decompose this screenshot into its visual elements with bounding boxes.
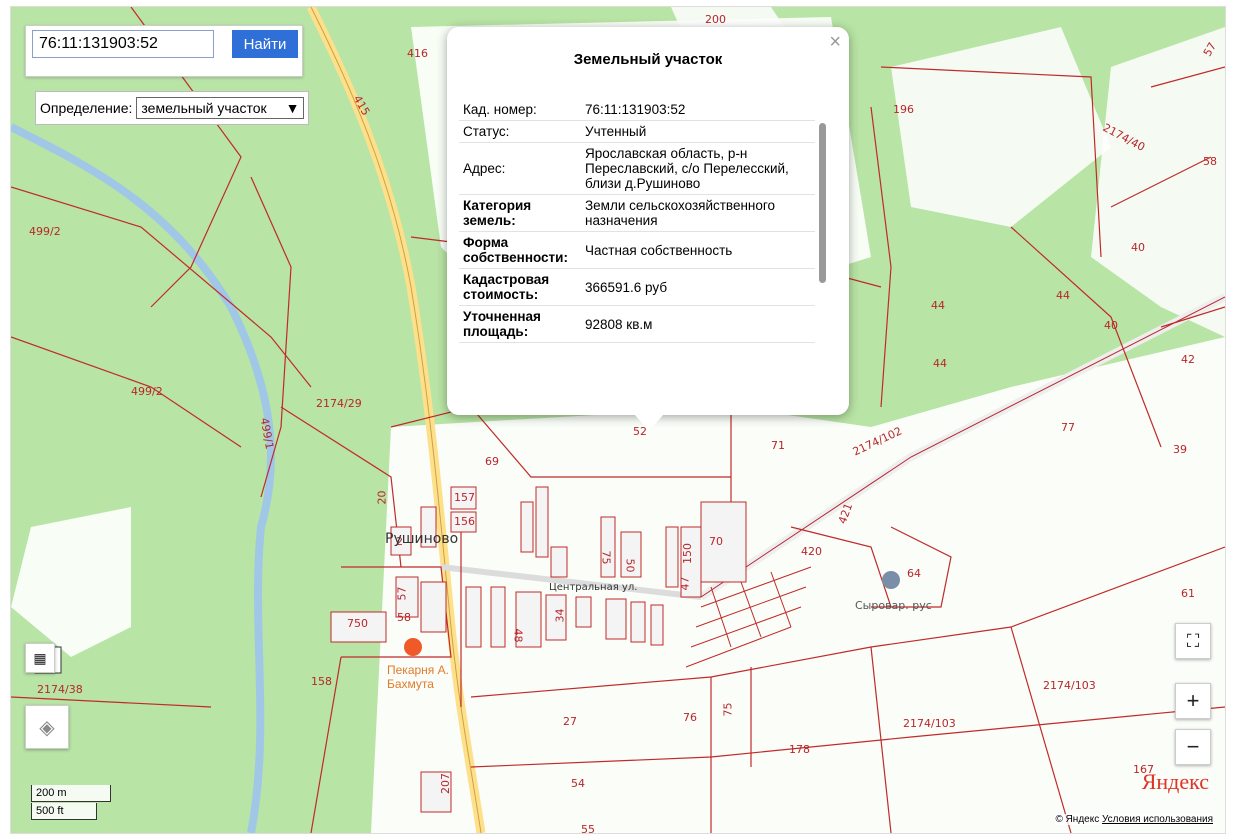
ruler-button[interactable]: ▦ [25,643,55,673]
cadastral-map[interactable]: 416 415 200 196 57 2174/40 58 499/2 499/… [10,6,1226,834]
parcel-label: 58 [397,611,411,624]
parcel-label: 40 [1104,319,1118,332]
parcel-label: 71 [771,439,785,452]
parcel-label: 200 [705,13,726,26]
parcel-label: 77 [1061,421,1075,434]
info-key: Статус: [463,124,510,139]
info-row-cadastral-number: Кад. номер: 76:11:131903:52 [459,99,815,121]
parcel-info-table: Кад. номер: 76:11:131903:52 Статус: Учтенн… [459,99,815,343]
parcel-label: 34 [553,608,567,623]
info-key: Кадастровая стоимость: [463,272,550,302]
parcel-label: 150 [681,543,694,564]
poi-label: Сыровар. рус [855,599,932,612]
parcel-label: 47 [678,576,692,591]
bakery-label[interactable]: Пекарня А. Бахмута [387,663,457,691]
info-value: Земли сельскохозяйственного назначения [585,198,776,228]
info-key: Адрес: [463,161,506,176]
parcel-label: 48 [511,628,525,643]
parcel-label: 69 [485,455,499,468]
parcel-label: 42 [1181,353,1195,366]
parcel-label: 158 [311,675,332,688]
info-value: Ярославская область, р-н Переславский, с… [585,146,789,191]
definition-panel: Определение: земельный участок ▼ [35,91,310,125]
parcel-label: 54 [571,777,585,790]
minus-icon: − [1186,734,1200,759]
parcel-label: 157 [454,491,475,504]
info-row-ownership: Форма собственности: Частная собственност… [459,232,815,269]
copyright-owner: © Яндекс [1055,814,1100,825]
info-key: Уточненная площадь: [463,309,541,339]
popup-title: Земельный участок [573,51,723,68]
parcel-label: 55 [581,823,595,834]
parcel-label: 750 [347,617,368,630]
scale-imperial: 500 ft [31,803,97,820]
search-button[interactable]: Найти [232,30,298,58]
parcel-label: 2174/29 [316,397,362,410]
parcel-label: 207 [439,773,452,794]
definition-value: земельный участок [141,100,267,116]
parcel-label: 75 [599,550,613,565]
parcel-label: 178 [789,743,810,756]
info-key: Категория земель: [463,198,532,228]
info-key: Кад. номер: [463,102,537,117]
definition-select[interactable]: земельный участок ▼ [136,97,305,119]
zoom-out-button[interactable]: − [1175,729,1211,765]
fullscreen-button[interactable]: ⛶ [1175,623,1211,659]
info-row-category: Категория земель: Земли сельскохозяйствен… [459,195,815,232]
definition-label: Определение: [40,100,133,116]
parcel-label: 196 [893,103,914,116]
parcel-label: 420 [801,545,822,558]
zoom-in-button[interactable]: + [1175,683,1211,719]
info-row-status: Статус: Учтенный [459,121,815,143]
parcel-label: 499/2 [131,385,163,398]
parcel-label: 416 [407,47,428,60]
copyright: © Яндекс Условия использования [1055,814,1213,825]
parcel-label: 2174/103 [903,717,956,730]
terms-link[interactable]: Условия использования [1102,814,1213,825]
parcel-label: 44 [931,299,945,312]
parcel-label: 156 [454,515,475,528]
parcel-label: 75 [721,702,735,717]
parcel-label: 76 [683,711,697,724]
scroll-thumb[interactable] [819,123,826,283]
info-value: 92808 кв.м [585,316,653,332]
parcel-label: 2174/103 [1043,679,1096,692]
parcel-label: 58 [1203,155,1217,168]
street-label: Центральная ул. [549,582,638,593]
parcel-label: 40 [1131,241,1145,254]
parcel-info-popup: × Земельный участок Кад. номер: 76:11:131… [447,27,849,431]
info-row-cost: Кадастровая стоимость: 366591.6 руб [459,269,815,306]
info-value: 366591.6 руб [585,279,668,295]
parcel-label: 39 [1173,443,1187,456]
parcel-label: 61 [1181,587,1195,600]
chevron-down-icon: ▼ [285,100,300,116]
popup-scrollbar[interactable] [817,101,827,385]
info-row-address: Адрес: Ярославская область, р-н Переславс… [459,143,815,195]
info-value: Учтенный [585,124,647,139]
info-key: Форма собственности: [463,235,568,265]
layers-button[interactable]: ◈ [25,705,69,749]
parcel-label: 44 [933,357,947,370]
parcel-label: 20 [375,490,389,505]
parcel-label: 27 [563,715,577,728]
info-value: Частная собственность [585,242,733,258]
parcel-label: 2174/38 [37,683,83,696]
parcel-label: 50 [623,558,637,573]
info-row-area: Уточненная площадь: 92808 кв.м [459,306,815,343]
search-panel: Найти [25,25,303,77]
parcel-label: 499/2 [29,225,61,238]
village-label: Рушиново [385,531,459,547]
info-value: 76:11:131903:52 [585,102,686,117]
yandex-logo: Яндекс [1141,769,1209,794]
parcel-label: 70 [709,535,723,548]
fullscreen-icon: ⛶ [1186,630,1200,651]
plus-icon: + [1186,688,1200,713]
parcel-label: 57 [395,586,409,601]
parcel-label: 44 [1056,289,1070,302]
search-input[interactable] [32,30,214,58]
parcel-label: 64 [907,567,921,580]
scale-metric: 200 m [31,785,111,802]
